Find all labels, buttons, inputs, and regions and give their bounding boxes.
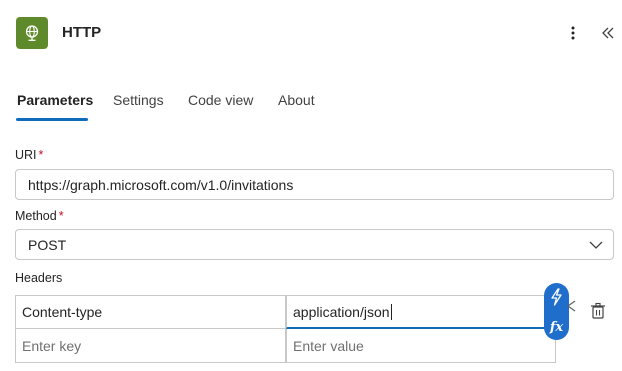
- headers-label: Headers: [15, 271, 63, 285]
- expression-button[interactable]: fx: [550, 321, 563, 335]
- method-label: Method *: [15, 209, 64, 223]
- more-options-button[interactable]: [566, 21, 580, 45]
- method-dropdown[interactable]: POST: [15, 229, 614, 260]
- active-tab-indicator: [16, 118, 88, 121]
- header-key-input[interactable]: Content-type: [15, 295, 286, 329]
- tab-code-view[interactable]: Code view: [188, 92, 253, 108]
- tab-settings[interactable]: Settings: [113, 92, 164, 108]
- chevron-down-icon: [589, 241, 603, 249]
- app-icon: [16, 17, 48, 49]
- tab-parameters[interactable]: Parameters: [17, 92, 93, 108]
- collapse-panel-button[interactable]: [598, 21, 618, 45]
- new-header-key-input[interactable]: Enter key: [15, 329, 286, 363]
- double-chevron-left-icon: [602, 27, 614, 39]
- text-cursor: [390, 303, 392, 320]
- required-marker: *: [38, 148, 44, 162]
- uri-label: URI *: [15, 148, 43, 162]
- uri-input[interactable]: https://graph.microsoft.com/v1.0/invitat…: [15, 169, 614, 200]
- action-title: HTTP: [62, 24, 102, 41]
- new-header-value-input[interactable]: Enter value: [286, 329, 556, 363]
- header-value-input[interactable]: application/json: [286, 295, 556, 329]
- close-icon[interactable]: [565, 299, 577, 313]
- required-marker: *: [58, 209, 64, 223]
- delete-icon[interactable]: [588, 301, 608, 321]
- globe-icon: [25, 25, 39, 41]
- method-value: POST: [28, 236, 67, 253]
- more-vertical-icon: [571, 26, 575, 40]
- tab-about[interactable]: About: [278, 92, 315, 108]
- header-value-text: application/json: [293, 303, 390, 320]
- lightning-icon[interactable]: [550, 288, 563, 306]
- method-label-text: Method: [15, 209, 57, 223]
- uri-label-text: URI: [15, 148, 37, 162]
